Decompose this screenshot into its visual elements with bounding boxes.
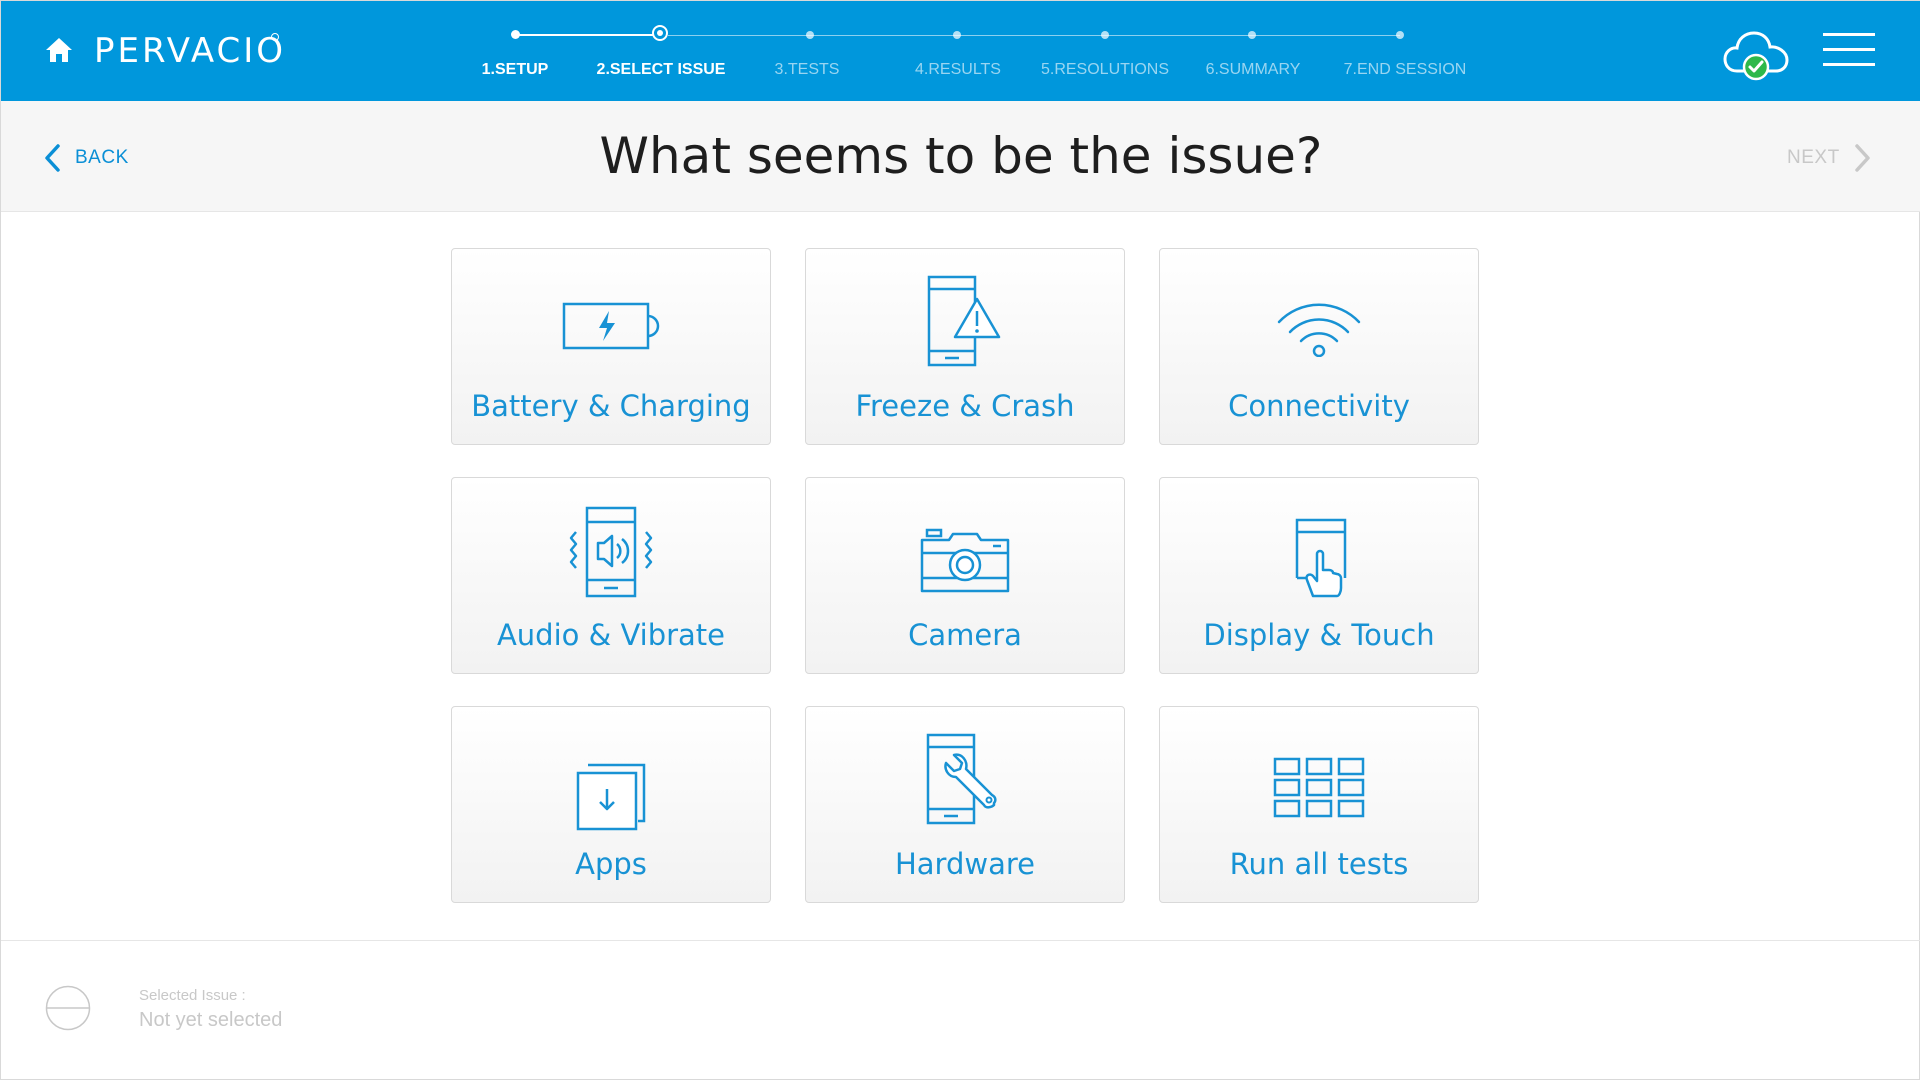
next-button[interactable]: NEXT [1787, 141, 1872, 175]
issue-tile-battery-charging[interactable]: Battery & Charging [451, 248, 771, 445]
top-bar: PERVACIO 1.SETUP 2.SELECT ISSUE 3.TESTS … [1, 1, 1920, 101]
issue-label: Display & Touch [1203, 618, 1435, 652]
battery-charging-icon [562, 302, 660, 350]
issue-label: Connectivity [1228, 389, 1410, 423]
step-dot-resolutions [1101, 31, 1109, 39]
phone-speaker-vibrate-icon [569, 506, 653, 598]
phone-wrench-icon [926, 733, 997, 825]
issue-label: Freeze & Crash [855, 389, 1075, 423]
step-dot-end-session [1396, 31, 1404, 39]
page-header: BACK What seems to be the issue? NEXT [1, 101, 1920, 212]
grid-tests-icon [1273, 757, 1365, 818]
step-dot-tests [806, 31, 814, 39]
step-results[interactable]: 4.RESULTS [915, 61, 1001, 79]
step-setup[interactable]: 1.SETUP [482, 61, 549, 79]
issue-tile-display-touch[interactable]: Display & Touch [1159, 477, 1479, 674]
step-tests[interactable]: 3.TESTS [775, 61, 840, 79]
issue-tile-hardware[interactable]: Hardware [805, 706, 1125, 903]
selected-issue-caption: Selected Issue : [139, 987, 246, 1004]
step-dot-summary [1248, 31, 1256, 39]
selected-issue-value: Not yet selected [139, 1009, 283, 1031]
hamburger-menu-icon[interactable] [1823, 33, 1875, 67]
step-end-session[interactable]: 7.END SESSION [1344, 61, 1467, 79]
phone-warning-icon [927, 275, 1001, 367]
step-resolutions[interactable]: 5.RESOLUTIONS [1041, 61, 1169, 79]
camera-icon [920, 528, 1010, 593]
step-dot-select-issue [652, 25, 668, 41]
touch-display-icon [1295, 518, 1347, 598]
issue-tile-freeze-crash[interactable]: Freeze & Crash [805, 248, 1125, 445]
step-dot-results [953, 31, 961, 39]
progress-line-remaining [668, 35, 1400, 36]
issue-tile-apps[interactable]: Apps [451, 706, 771, 903]
home-icon[interactable] [43, 35, 75, 65]
issue-label: Battery & Charging [471, 389, 751, 423]
wifi-icon [1277, 303, 1361, 357]
brand-logo-mark [271, 33, 279, 41]
issue-label: Run all tests [1229, 847, 1409, 881]
issue-tile-camera[interactable]: Camera [805, 477, 1125, 674]
issue-label: Camera [908, 618, 1022, 652]
issue-label: Apps [575, 847, 647, 881]
issue-tile-audio-vibrate[interactable]: Audio & Vibrate [451, 477, 771, 674]
brand-logo: PERVACIO [94, 31, 287, 71]
issue-tile-run-all-tests[interactable]: Run all tests [1159, 706, 1479, 903]
progress-line-done [515, 34, 661, 36]
step-dot-setup [511, 30, 520, 39]
issue-label: Audio & Vibrate [496, 618, 726, 652]
page-title: What seems to be the issue? [599, 127, 1323, 185]
issue-grid: Battery & Charging Freeze & Crash Connec… [451, 248, 1479, 903]
issue-tile-connectivity[interactable]: Connectivity [1159, 248, 1479, 445]
issue-label: Hardware [894, 847, 1035, 881]
next-label: NEXT [1787, 147, 1840, 168]
selected-issue-placeholder-icon [45, 985, 91, 1031]
cloud-sync-icon[interactable] [1723, 27, 1791, 83]
chevron-right-icon [1854, 144, 1870, 172]
step-summary[interactable]: 6.SUMMARY [1206, 61, 1301, 79]
step-select-issue[interactable]: 2.SELECT ISSUE [597, 61, 726, 79]
apps-download-icon [576, 763, 646, 831]
footer-divider [1, 940, 1920, 941]
